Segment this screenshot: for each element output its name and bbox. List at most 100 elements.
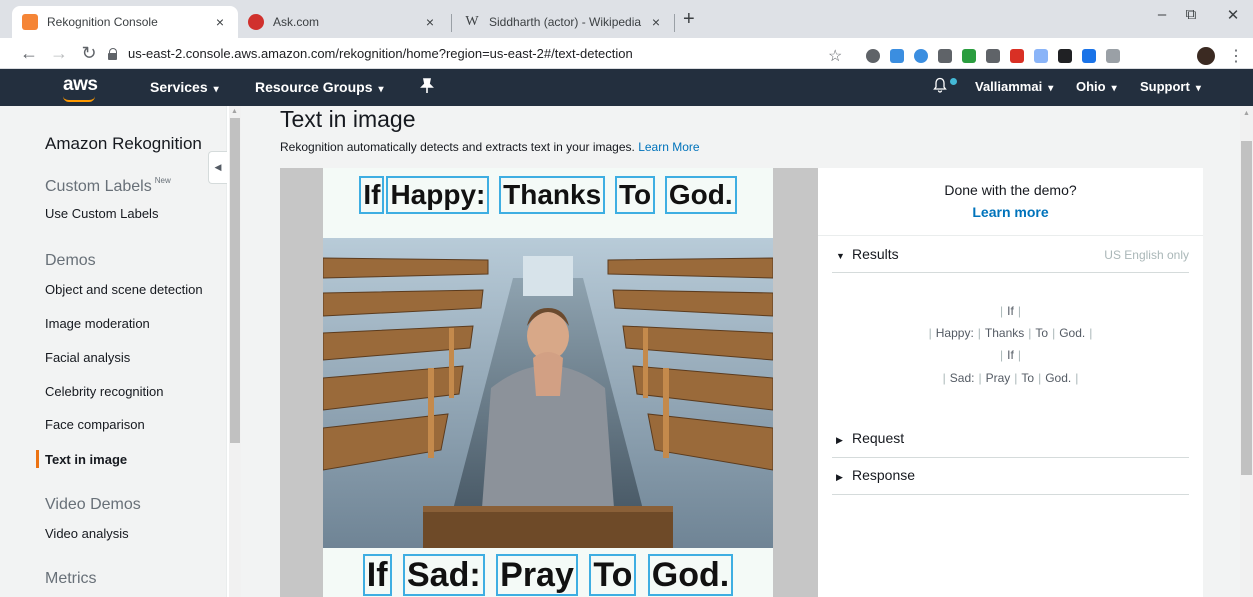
done-demo-text: Done with the demo?: [944, 182, 1077, 198]
sidebar-item-text-in-image[interactable]: Text in image: [45, 452, 127, 467]
wikipedia-icon: W: [465, 14, 479, 29]
browser-tab-strip: Rekognition Console × Ask.com × W Siddha…: [0, 0, 1253, 38]
scrollbar-thumb[interactable]: [230, 118, 240, 443]
services-menu[interactable]: Services ▾: [150, 79, 219, 95]
aws-logo[interactable]: aws: [63, 74, 98, 102]
page-description: Rekognition automatically detects and ex…: [280, 140, 700, 154]
close-window-button[interactable]: ✕: [1218, 6, 1248, 24]
extension-icon[interactable]: [962, 49, 976, 63]
resource-groups-menu[interactable]: Resource Groups ▾: [255, 79, 384, 95]
sidebar-scrollbar[interactable]: ▲: [229, 106, 241, 597]
extension-icon[interactable]: [890, 49, 904, 63]
detected-word-box: Happy:: [386, 176, 490, 214]
detected-word-box: God.: [647, 554, 734, 596]
word-separator: |: [978, 371, 982, 385]
divider: [832, 272, 1189, 273]
sidebar-item-use-custom-labels[interactable]: Use Custom Labels: [45, 206, 158, 221]
pin-icon[interactable]: [420, 78, 434, 97]
caret-down-icon: ▼: [836, 251, 845, 261]
tab-close-icon[interactable]: ×: [422, 14, 438, 30]
tab-close-icon[interactable]: ×: [212, 14, 228, 30]
request-section-toggle[interactable]: ▶ Request: [836, 430, 1189, 446]
detected-word: To: [1035, 326, 1049, 340]
support-menu[interactable]: Support ▾: [1140, 79, 1201, 94]
ask-icon: [248, 14, 264, 30]
back-arrow-icon[interactable]: ←: [18, 43, 40, 63]
region-menu[interactable]: Ohio ▾: [1076, 79, 1117, 94]
aws-smile-icon: [63, 96, 95, 102]
reload-icon[interactable]: ↻: [78, 43, 100, 63]
chevron-down-icon: ▾: [1048, 83, 1054, 94]
word-separator: |: [1000, 348, 1004, 362]
chevron-down-icon: ▾: [1195, 83, 1201, 94]
extension-icon[interactable]: [866, 49, 880, 63]
user-menu[interactable]: Valliammai ▾: [975, 79, 1053, 94]
new-badge: New: [154, 176, 171, 185]
scroll-up-icon[interactable]: ▲: [1243, 110, 1250, 117]
detected-word: God.: [1059, 326, 1086, 340]
browser-menu-icon[interactable]: ⋮: [1228, 46, 1244, 66]
word-separator: |: [1052, 326, 1056, 340]
detected-word: If: [1007, 304, 1014, 318]
word-separator: |: [1038, 371, 1042, 385]
extension-icon[interactable]: [1058, 49, 1072, 63]
learn-more-button[interactable]: Learn more: [818, 204, 1203, 220]
scroll-up-icon[interactable]: ▲: [231, 108, 238, 115]
tab-title: Siddharth (actor) - Wikipedia: [489, 15, 642, 29]
aws-cube-icon: [22, 14, 38, 30]
notification-bell-icon[interactable]: [933, 77, 947, 93]
tab-rekognition-console[interactable]: Rekognition Console ×: [12, 6, 238, 38]
chevron-down-icon: ▾: [378, 84, 384, 95]
detected-word: To: [1021, 371, 1035, 385]
profile-avatar[interactable]: [1197, 47, 1215, 65]
detected-word: If: [1007, 348, 1014, 362]
extension-icon[interactable]: [938, 49, 952, 63]
divider: [832, 494, 1189, 495]
extension-icon[interactable]: [986, 49, 1000, 63]
url-text: us-east-2.console.aws.amazon.com/rekogni…: [128, 46, 633, 61]
sidebar-item-image-moderation[interactable]: Image moderation: [45, 316, 150, 331]
chevron-left-icon: ◀: [214, 162, 222, 172]
sidebar-item-face-comparison[interactable]: Face comparison: [45, 417, 145, 432]
detected-word-box: Pray: [496, 554, 578, 596]
new-tab-button[interactable]: +: [683, 8, 695, 31]
result-line: | If |: [818, 348, 1203, 362]
url-input[interactable]: us-east-2.console.aws.amazon.com/rekogni…: [108, 41, 858, 66]
extension-icon[interactable]: [1082, 49, 1096, 63]
address-bar-row: ← → ↻ us-east-2.console.aws.amazon.com/r…: [0, 38, 1253, 69]
sidebar-item-celebrity-recognition[interactable]: Celebrity recognition: [45, 384, 164, 399]
learn-more-link[interactable]: Learn More: [638, 140, 699, 154]
result-line: | Sad: | Pray | To | God. |: [818, 371, 1203, 385]
page-scrollbar[interactable]: ▲: [1240, 106, 1253, 597]
forward-arrow-icon[interactable]: →: [48, 43, 70, 63]
detected-word: Happy:: [935, 326, 974, 340]
tab-wikipedia[interactable]: W Siddharth (actor) - Wikipedia ×: [454, 6, 674, 38]
request-label: Request: [852, 430, 905, 446]
scrollbar-thumb[interactable]: [1241, 141, 1252, 475]
active-indicator: [36, 450, 39, 468]
extension-icon[interactable]: [1106, 49, 1120, 63]
word-separator: |: [1089, 326, 1093, 340]
extension-icon[interactable]: [914, 49, 928, 63]
sidebar-item-video-analysis[interactable]: Video analysis: [45, 526, 129, 541]
tab-close-icon[interactable]: ×: [648, 14, 664, 30]
tab-ask-com[interactable]: Ask.com ×: [238, 6, 448, 38]
word-separator: |: [942, 371, 946, 385]
sidebar-item-facial-analysis[interactable]: Facial analysis: [45, 350, 130, 365]
detected-word-box: Sad:: [403, 554, 485, 596]
extension-icon[interactable]: [1034, 49, 1048, 63]
response-label: Response: [852, 467, 916, 483]
tab-separator: [674, 14, 675, 32]
detected-word-box: To: [589, 554, 637, 596]
sidebar-item-object-scene[interactable]: Object and scene detection: [45, 282, 203, 297]
minimize-button[interactable]: –: [1147, 6, 1177, 23]
maximize-button[interactable]: ⧉: [1176, 6, 1206, 23]
result-line: | If |: [818, 304, 1203, 318]
collapse-sidebar-button[interactable]: ◀: [208, 151, 227, 184]
response-section-toggle[interactable]: ▶ Response: [836, 467, 1189, 483]
extension-icon[interactable]: [1010, 49, 1024, 63]
bookmark-star-icon[interactable]: ☆: [828, 46, 842, 66]
word-separator: |: [1000, 304, 1004, 318]
aws-logo-text: aws: [63, 74, 98, 95]
tab-title: Rekognition Console: [47, 15, 158, 29]
